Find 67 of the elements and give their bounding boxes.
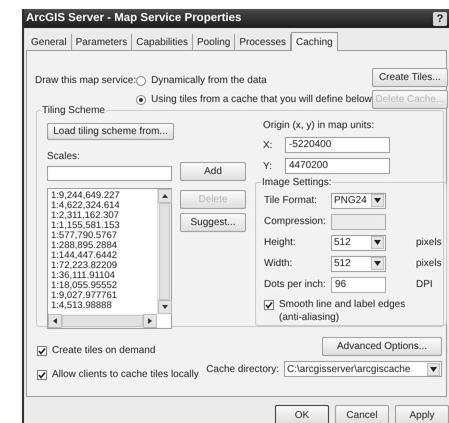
field-label: Height: xyxy=(264,236,297,250)
field-label: Dots per inch: xyxy=(264,278,327,292)
vertical-scrollbar[interactable] xyxy=(157,189,171,314)
tab[interactable]: Caching xyxy=(291,32,338,51)
checkbox[interactable] xyxy=(264,300,274,310)
unit-label: pixels xyxy=(416,236,442,250)
button[interactable]: Suggest... xyxy=(180,213,246,232)
list-item[interactable]: 1:36,111.91104 xyxy=(51,271,157,281)
field-label: Compression: xyxy=(264,215,327,229)
button[interactable]: Advanced Options... xyxy=(322,337,442,356)
dropdown[interactable]: PNG24 xyxy=(331,192,386,208)
scrollbar-thumb[interactable] xyxy=(159,203,170,300)
list-item[interactable]: 1:1,155,581.153 xyxy=(51,221,157,231)
window-title: ArcGIS Server - Map Service Properties xyxy=(26,10,242,26)
dropdown[interactable]: 512 xyxy=(331,256,386,272)
scroll-right-icon[interactable] xyxy=(143,314,157,328)
button[interactable]: Create Tiles... xyxy=(372,68,448,87)
button[interactable]: Load tiling scheme from... xyxy=(47,123,174,140)
scroll-up-icon[interactable] xyxy=(158,189,172,203)
input-field[interactable]: -5220400 xyxy=(285,137,390,153)
field-label: Draw this map service: xyxy=(35,74,136,88)
button[interactable]: Add xyxy=(180,162,246,181)
list-item[interactable]: 1:2,311,162.307 xyxy=(51,211,157,221)
scroll-down-icon[interactable] xyxy=(158,300,172,314)
field-label: Origin (x, y) in map units: xyxy=(263,119,376,133)
radio-label: Dynamically from the data xyxy=(151,74,267,88)
field-label: Width: xyxy=(264,257,294,271)
field-label: Cache directory: xyxy=(206,362,279,376)
list-item[interactable]: 1:9,027.977761 xyxy=(51,291,157,301)
list-item[interactable]: 1:4,622,324.614 xyxy=(51,201,157,211)
list-item[interactable]: 1:72,223.82209 xyxy=(51,261,157,271)
scale-list[interactable]: 1:9,244,649.227 1:4,622,324.614 1:2,311,162.307 1:1,155,581.153 1:577,790.5767 1:288,895.2884 1:144,447.6442 1:72,223.82209 1:36,111.91104 1:18,055.95552 1:9,027.977761 1:4,513.98888 xyxy=(47,188,172,329)
input-field[interactable]: 4470200 xyxy=(285,158,390,174)
button[interactable]: Apply xyxy=(395,405,449,423)
radio-label: Using tiles from a cache that you will define below xyxy=(151,93,372,107)
list-item[interactable]: 1:18,055.95552 xyxy=(51,281,157,291)
radio-button[interactable] xyxy=(136,76,146,86)
radio-button[interactable] xyxy=(136,94,146,104)
list-item[interactable]: 1:288,895.2884 xyxy=(51,241,157,251)
button[interactable]: Cancel xyxy=(335,405,389,423)
scale-input[interactable] xyxy=(47,166,172,181)
checkbox-label: Smooth line and label edges xyxy=(279,298,406,311)
scroll-left-icon[interactable] xyxy=(48,314,62,328)
checkbox-label: Allow clients to cache tiles locally xyxy=(52,368,199,382)
button[interactable]: OK xyxy=(275,405,329,423)
checkbox[interactable] xyxy=(37,346,47,356)
checkbox-note: (anti-aliasing) xyxy=(279,311,340,324)
checkbox[interactable] xyxy=(37,370,47,380)
list-item[interactable]: 1:4,513.98888 xyxy=(51,301,157,311)
input-field[interactable]: 96 xyxy=(331,276,386,292)
unit-label: pixels xyxy=(416,257,442,271)
unit-label: DPI xyxy=(416,278,433,292)
cache-directory-dropdown[interactable]: C:\arcgisserver\arcgiscache xyxy=(284,361,442,377)
field-label: Y: xyxy=(263,160,273,174)
group-title: Tiling Scheme xyxy=(41,104,106,118)
field-label: X: xyxy=(263,138,274,152)
scrollbar-thumb[interactable] xyxy=(62,315,143,327)
list-item[interactable]: 1:9,244,649.227 xyxy=(51,191,157,201)
field-label: Scales: xyxy=(47,150,81,164)
list-item[interactable]: 1:144,447.6442 xyxy=(51,251,157,261)
horizontal-scrollbar[interactable] xyxy=(48,314,157,328)
help-button[interactable]: ? xyxy=(433,12,447,26)
list-item[interactable]: 1:577,790.5767 xyxy=(51,231,157,241)
dropdown[interactable]: 512 xyxy=(331,234,386,250)
group-title: Image Settings: xyxy=(261,176,332,190)
field-label: Tile Format: xyxy=(264,194,318,208)
checkbox-label: Create tiles on demand xyxy=(52,344,156,358)
